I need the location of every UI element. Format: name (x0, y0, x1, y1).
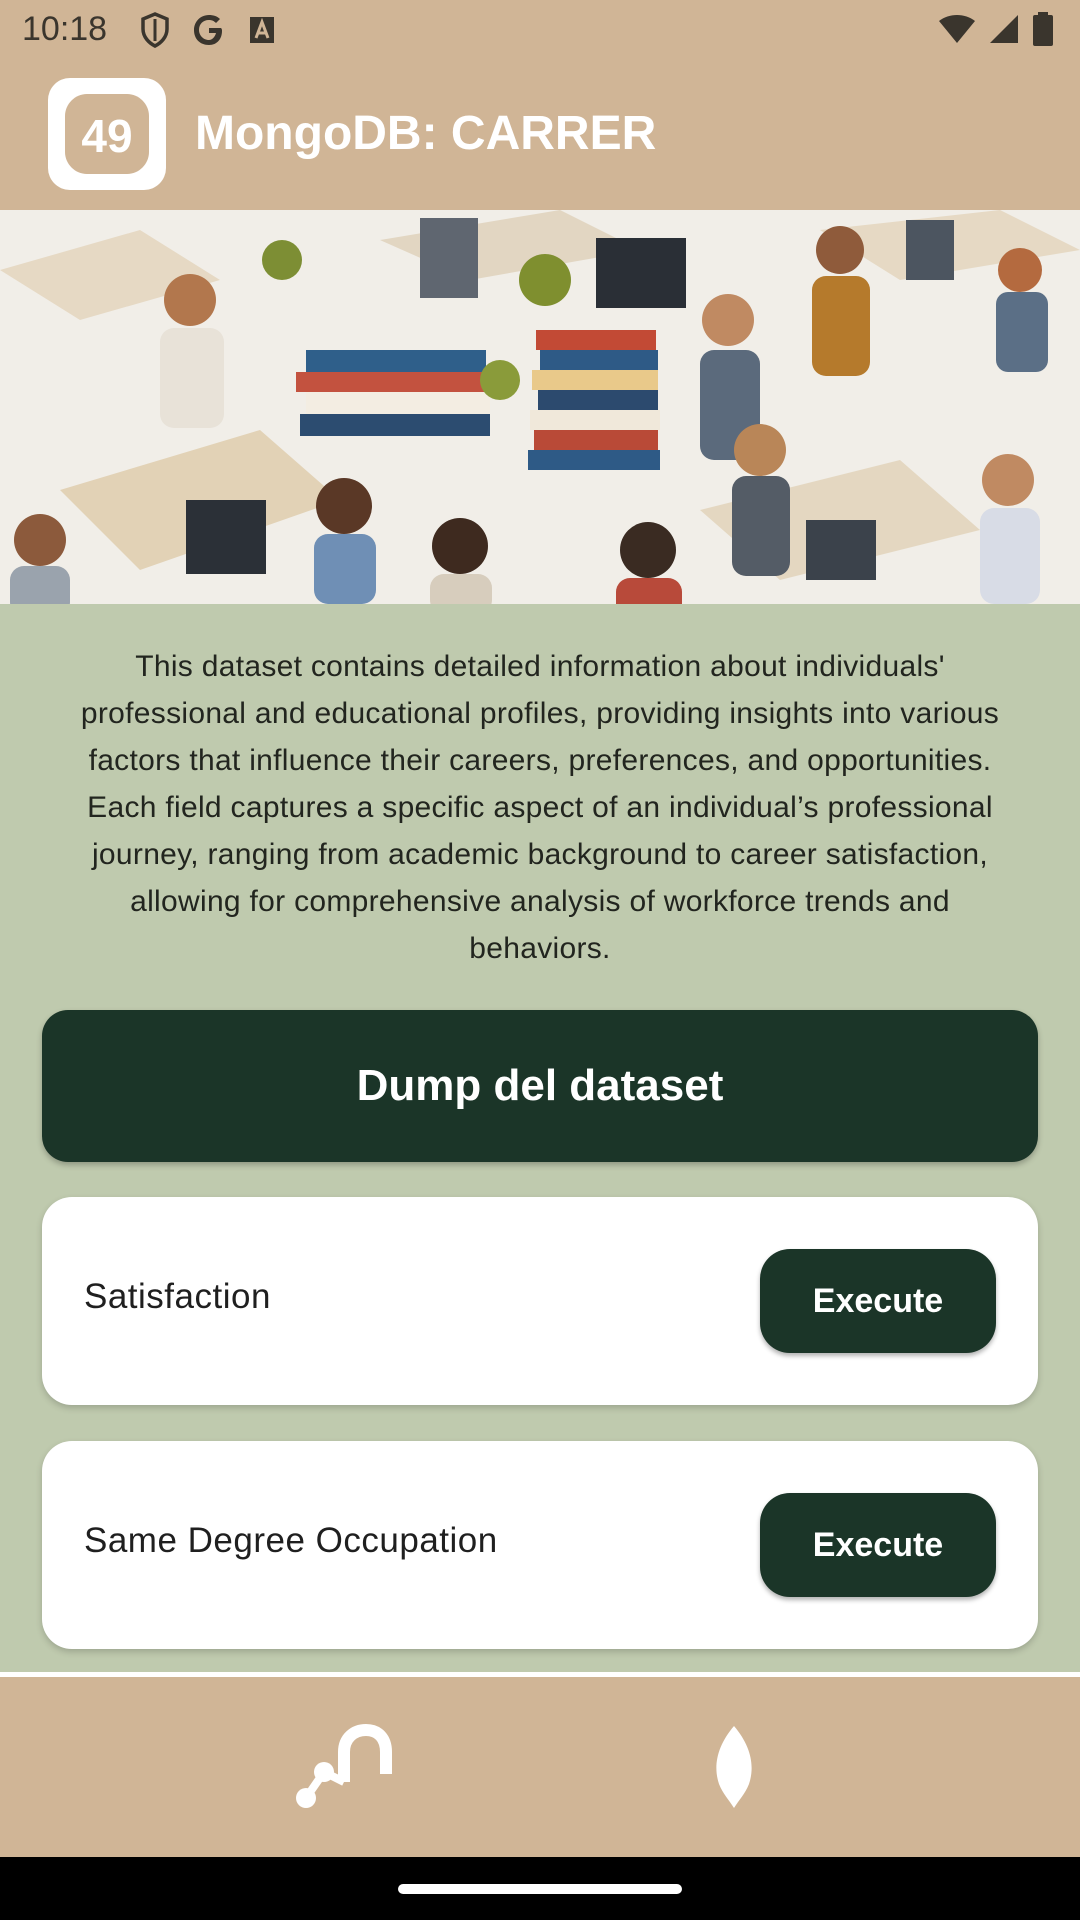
execute-button[interactable]: Execute (760, 1249, 996, 1353)
dataset-description: This dataset contains detailed informati… (80, 650, 1000, 965)
status-bar: 10:18 (0, 0, 1080, 62)
mongodb-leaf-icon[interactable] (674, 1717, 794, 1817)
graph-nodes-icon[interactable] (282, 1717, 402, 1817)
app-title: MongoDB: CARRER (195, 107, 657, 160)
bottom-nav (0, 1677, 1080, 1857)
query-card-same-degree-occupation: Same Degree Occupation Execute (42, 1441, 1038, 1649)
app-bar: 49 MongoDB: CARRER (0, 62, 1080, 210)
status-time: 10:18 (22, 10, 108, 48)
svg-text:49: 49 (81, 110, 132, 162)
gesture-handle[interactable] (398, 1884, 682, 1894)
query-label: Satisfaction (84, 1277, 271, 1316)
query-card-satisfaction: Satisfaction Execute (42, 1197, 1038, 1405)
dump-dataset-button[interactable]: Dump del dataset (42, 1010, 1038, 1162)
status-icons-right (938, 12, 1054, 51)
cellular-signal-icon (988, 13, 1020, 50)
google-icon (192, 13, 226, 52)
wifi-icon (938, 13, 976, 50)
query-label: Same Degree Occupation (84, 1521, 498, 1560)
execute-button[interactable]: Execute (760, 1493, 996, 1597)
font-icon (248, 15, 276, 50)
status-icons-left (140, 12, 276, 53)
workspace-illustration (0, 210, 1080, 604)
app-logo: 49 (48, 78, 166, 190)
shield-icon (140, 12, 170, 53)
gesture-area (0, 1857, 1080, 1920)
battery-icon (1032, 12, 1054, 51)
